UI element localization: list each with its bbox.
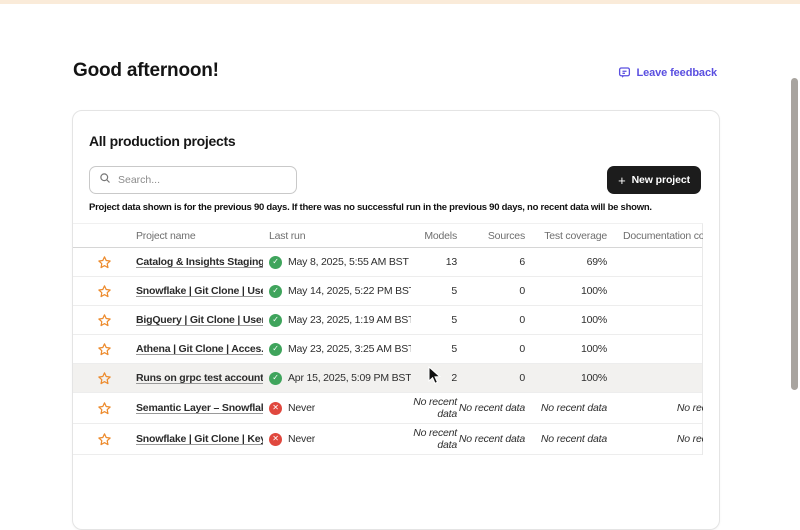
projects-table: Project name Last run Models Sources Tes… — [73, 223, 703, 455]
project-name-link[interactable]: Catalog & Insights Staging... — [136, 256, 263, 268]
run-status-icon: ✓ — [269, 285, 282, 298]
run-status-icon: ✕ — [269, 433, 282, 446]
column-header-documentation-coverage: Documentation coverage — [607, 230, 703, 242]
last-run-value: Never — [288, 433, 315, 445]
table-body: Catalog & Insights Staging... ✓ May 8, 2… — [73, 248, 702, 455]
models-value: 13 — [411, 256, 457, 268]
column-header-test-coverage: Test coverage — [525, 230, 607, 242]
star-icon — [97, 432, 112, 447]
last-run-value: May 23, 2025, 1:19 AM BST — [288, 314, 411, 326]
plus-icon: + — [618, 174, 626, 187]
project-name-link[interactable]: Athena | Git Clone | Acces... — [136, 343, 263, 355]
table-row[interactable]: Snowflake | Git Clone | Use... ✓ May 14,… — [73, 277, 702, 306]
run-status-icon: ✓ — [269, 314, 282, 327]
favorite-star-button[interactable] — [73, 342, 136, 357]
models-value: 5 — [411, 314, 457, 326]
test-coverage-value: No recent data — [525, 433, 607, 445]
column-header-last-run: Last run — [263, 230, 411, 242]
test-coverage-value: 100% — [525, 285, 607, 297]
table-row[interactable]: Runs on grpc test account ✓ Apr 15, 2025… — [73, 364, 702, 393]
project-name-link[interactable]: Semantic Layer – Snowflake — [136, 402, 263, 414]
table-row[interactable]: Catalog & Insights Staging... ✓ May 8, 2… — [73, 248, 702, 277]
star-icon — [97, 313, 112, 328]
sources-value: No recent data — [457, 433, 525, 445]
run-status-icon: ✕ — [269, 402, 282, 415]
models-value: 5 — [411, 285, 457, 297]
project-name-link[interactable]: Snowflake | Git Clone | Key... — [136, 433, 263, 445]
sources-value: 0 — [457, 372, 525, 384]
sources-value: 0 — [457, 343, 525, 355]
favorite-star-button[interactable] — [73, 284, 136, 299]
page-scrollbar-thumb[interactable] — [791, 78, 798, 390]
test-coverage-value: No recent data — [525, 402, 607, 414]
test-coverage-value: 100% — [525, 314, 607, 326]
project-search[interactable] — [89, 166, 297, 194]
test-coverage-value: 100% — [525, 343, 607, 355]
card-title: All production projects — [89, 133, 235, 149]
run-status-icon: ✓ — [269, 343, 282, 356]
column-header-models: Models — [411, 230, 457, 242]
column-header-sources: Sources — [457, 230, 525, 242]
table-row[interactable]: Semantic Layer – Snowflake ✕ Never No re… — [73, 393, 702, 424]
last-run-value: May 8, 2025, 5:55 AM BST — [288, 256, 409, 268]
top-accent-bar — [0, 0, 800, 4]
favorite-star-button[interactable] — [73, 401, 136, 416]
leave-feedback-label: Leave feedback — [636, 67, 717, 79]
sources-value: No recent data — [457, 402, 525, 414]
search-input[interactable] — [118, 174, 287, 186]
models-value: No recent data — [411, 396, 457, 420]
star-icon — [97, 284, 112, 299]
star-icon — [97, 342, 112, 357]
leave-feedback-link[interactable]: Leave feedback — [618, 66, 717, 79]
favorite-star-button[interactable] — [73, 255, 136, 270]
documentation-coverage-value: No recent data — [623, 402, 703, 414]
table-row[interactable]: BigQuery | Git Clone | User... ✓ May 23,… — [73, 306, 702, 335]
column-header-project-name: Project name — [136, 230, 263, 242]
project-name-link[interactable]: BigQuery | Git Clone | User... — [136, 314, 263, 326]
run-status-icon: ✓ — [269, 372, 282, 385]
favorite-star-button[interactable] — [73, 432, 136, 447]
models-value: No recent data — [411, 427, 457, 451]
last-run-value: May 14, 2025, 5:22 PM BST — [288, 285, 411, 297]
test-coverage-value: 69% — [525, 256, 607, 268]
test-coverage-value: 100% — [525, 372, 607, 384]
data-window-notice: Project data shown is for the previous 9… — [89, 202, 707, 213]
last-run-value: Apr 15, 2025, 5:09 PM BST — [288, 372, 411, 384]
projects-card: All production projects + New project Pr… — [72, 110, 720, 530]
feedback-bubble-icon — [618, 66, 631, 79]
run-status-icon: ✓ — [269, 256, 282, 269]
sources-value: 6 — [457, 256, 525, 268]
table-row[interactable]: Athena | Git Clone | Acces... ✓ May 23, … — [73, 335, 702, 364]
sources-value: 0 — [457, 314, 525, 326]
new-project-button[interactable]: + New project — [607, 166, 701, 194]
models-value: 2 — [411, 372, 457, 384]
new-project-label: New project — [632, 174, 690, 186]
table-row[interactable]: Snowflake | Git Clone | Key... ✕ Never N… — [73, 424, 702, 455]
last-run-value: Never — [288, 402, 315, 414]
favorite-star-button[interactable] — [73, 313, 136, 328]
project-name-link[interactable]: Snowflake | Git Clone | Use... — [136, 285, 263, 297]
last-run-value: May 23, 2025, 3:25 AM BST — [288, 343, 411, 355]
search-icon — [99, 171, 111, 189]
documentation-coverage-value: No recent data — [623, 433, 703, 445]
page-title: Good afternoon! — [73, 60, 219, 82]
project-name-link[interactable]: Runs on grpc test account — [136, 372, 263, 384]
star-icon — [97, 401, 112, 416]
table-header-row: Project name Last run Models Sources Tes… — [73, 224, 702, 248]
favorite-star-button[interactable] — [73, 371, 136, 386]
star-icon — [97, 255, 112, 270]
star-icon — [97, 371, 112, 386]
models-value: 5 — [411, 343, 457, 355]
sources-value: 0 — [457, 285, 525, 297]
